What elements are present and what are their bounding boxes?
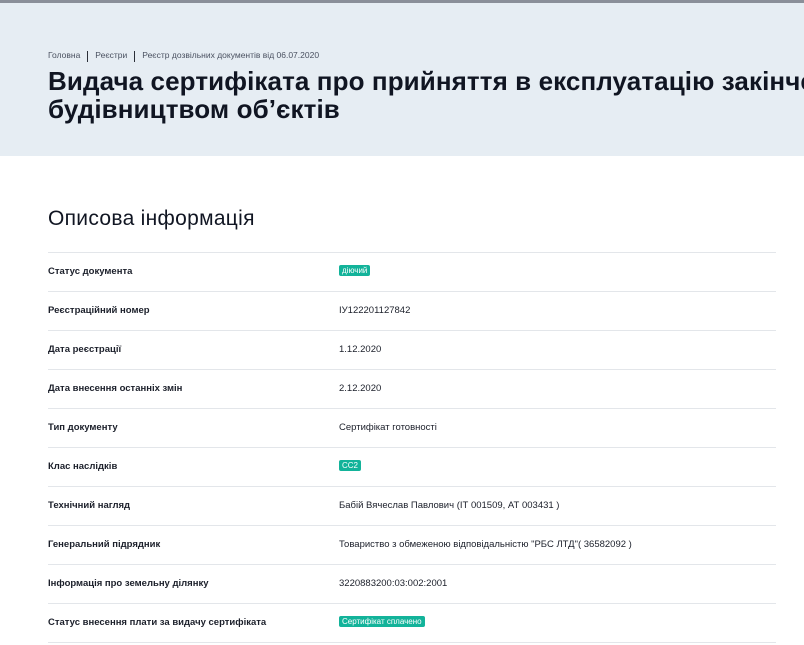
row-document-status: Статус документа діючий <box>48 253 776 292</box>
row-document-type: Тип документу Сертифікат готовності <box>48 409 776 448</box>
row-last-change-date: Дата внесення останніх змін 2.12.2020 <box>48 370 776 409</box>
row-technical-supervision: Технічний нагляд Бабій Вячеслав Павлович… <box>48 487 776 526</box>
row-value: 3220883200:03:002:2001 <box>339 578 448 589</box>
row-fee-payment-status: Статус внесення плати за видачу сертифік… <box>48 604 776 643</box>
row-label: Технічний нагляд <box>48 500 131 511</box>
row-value: Бабій Вячеслав Павлович (ІТ 001509, АТ 0… <box>339 500 560 511</box>
page-title-line-2: будівництвом об’єктів <box>48 94 340 124</box>
row-value: СС2 <box>339 448 362 486</box>
row-value: 2.12.2020 <box>339 383 382 394</box>
row-value: Товариство з обмеженою відповідальністю … <box>339 539 632 550</box>
row-value: Сертифікат сплачено <box>339 604 425 642</box>
breadcrumb-home[interactable]: Головна <box>48 50 80 60</box>
row-label: Статус документа <box>48 266 133 277</box>
page-header: Головна Реєстри Реєстр дозвільних докуме… <box>0 3 804 156</box>
breadcrumb-separator <box>134 51 136 62</box>
breadcrumb-permit-registry[interactable]: Реєстр дозвільних документів від 06.07.2… <box>142 50 319 60</box>
page-title-line-1: Видача сертифіката про прийняття в експл… <box>48 66 804 96</box>
row-consequence-class: Клас наслідків СС2 <box>48 448 776 487</box>
row-label: Генеральний підрядник <box>48 539 161 550</box>
row-general-contractor: Генеральний підрядник Товариство з обмеж… <box>48 526 776 565</box>
payment-status-badge: Сертифікат сплачено <box>339 615 425 627</box>
row-label: Клас наслідків <box>48 461 118 472</box>
row-label: Тип документу <box>48 422 118 433</box>
row-value: ІУ122201127842 <box>339 305 411 316</box>
row-value: 1.12.2020 <box>339 344 382 355</box>
section-title: Описова інформація <box>48 207 255 230</box>
row-registration-date: Дата реєстрації 1.12.2020 <box>48 331 776 370</box>
row-land-plot-info: Інформація про земельну ділянку 32208832… <box>48 565 776 604</box>
breadcrumb-registries[interactable]: Реєстри <box>95 50 127 60</box>
row-label: Інформація про земельну ділянку <box>48 578 209 589</box>
row-label: Реєстраційний номер <box>48 305 150 316</box>
row-label: Дата реєстрації <box>48 344 122 355</box>
row-label: Статус внесення плати за видачу сертифік… <box>48 617 267 628</box>
breadcrumb-separator <box>87 51 89 62</box>
info-table: Статус документа діючий Реєстраційний но… <box>48 252 776 643</box>
breadcrumb: Головна Реєстри Реєстр дозвільних докуме… <box>48 49 319 62</box>
class-badge: СС2 <box>339 459 362 471</box>
row-label: Дата внесення останніх змін <box>48 383 183 394</box>
status-badge: діючий <box>339 264 371 276</box>
row-value: Сертифікат готовності <box>339 422 437 433</box>
row-value: діючий <box>339 253 371 291</box>
page-title: Видача сертифіката про прийняття в експл… <box>48 67 804 123</box>
row-registration-number: Реєстраційний номер ІУ122201127842 <box>48 292 776 331</box>
